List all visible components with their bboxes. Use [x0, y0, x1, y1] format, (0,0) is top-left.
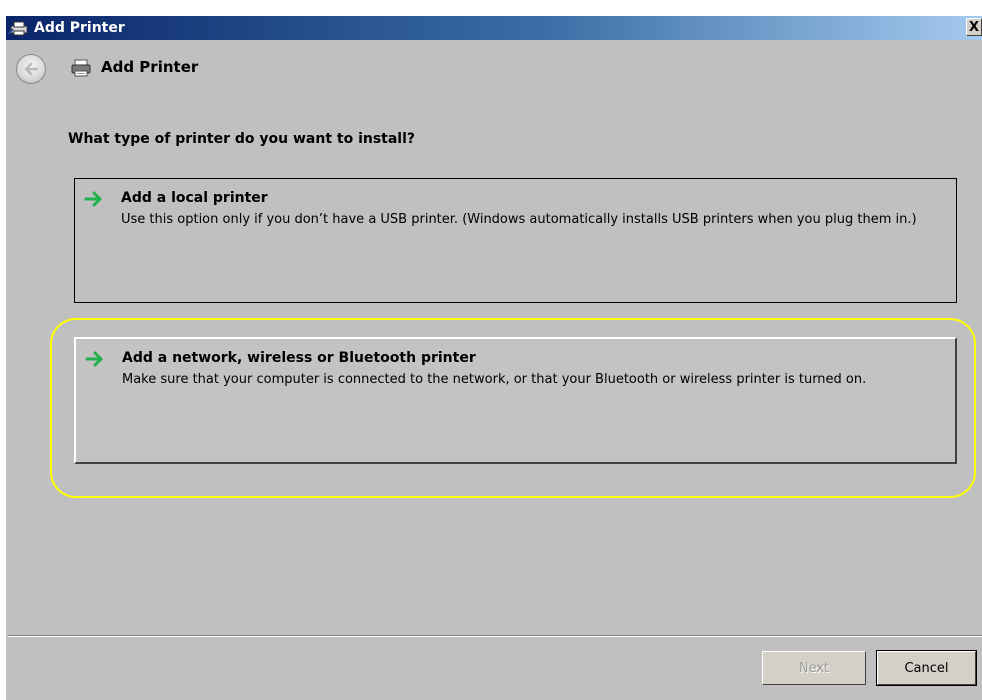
- back-arrow-icon: [24, 62, 39, 76]
- page-title: Add Printer: [101, 58, 199, 76]
- green-arrow-icon: [84, 349, 106, 369]
- close-icon: X: [968, 20, 980, 35]
- option-description: Make sure that your computer is connecte…: [122, 372, 867, 387]
- next-button[interactable]: Next: [762, 651, 866, 685]
- option-title: Add a local printer: [121, 190, 268, 206]
- option-title: Add a network, wireless or Bluetooth pri…: [122, 350, 476, 366]
- window-title: Add Printer: [34, 20, 125, 36]
- green-arrow-icon: [83, 189, 105, 209]
- add-local-printer-option[interactable]: Add a local printer Use this option only…: [74, 178, 957, 303]
- option-description: Use this option only if you don’t have a…: [121, 212, 917, 227]
- wizard-header: Add Printer: [6, 40, 982, 102]
- footer-divider: [8, 635, 982, 637]
- cancel-button[interactable]: Cancel: [877, 651, 976, 685]
- title-bar[interactable]: Add Printer X: [6, 16, 982, 40]
- add-network-printer-option[interactable]: Add a network, wireless or Bluetooth pri…: [74, 337, 957, 464]
- question-heading: What type of printer do you want to inst…: [68, 131, 416, 147]
- back-button[interactable]: [16, 54, 46, 84]
- printer-icon: [8, 20, 30, 36]
- printer-icon: [70, 58, 92, 78]
- close-button[interactable]: X: [966, 18, 982, 36]
